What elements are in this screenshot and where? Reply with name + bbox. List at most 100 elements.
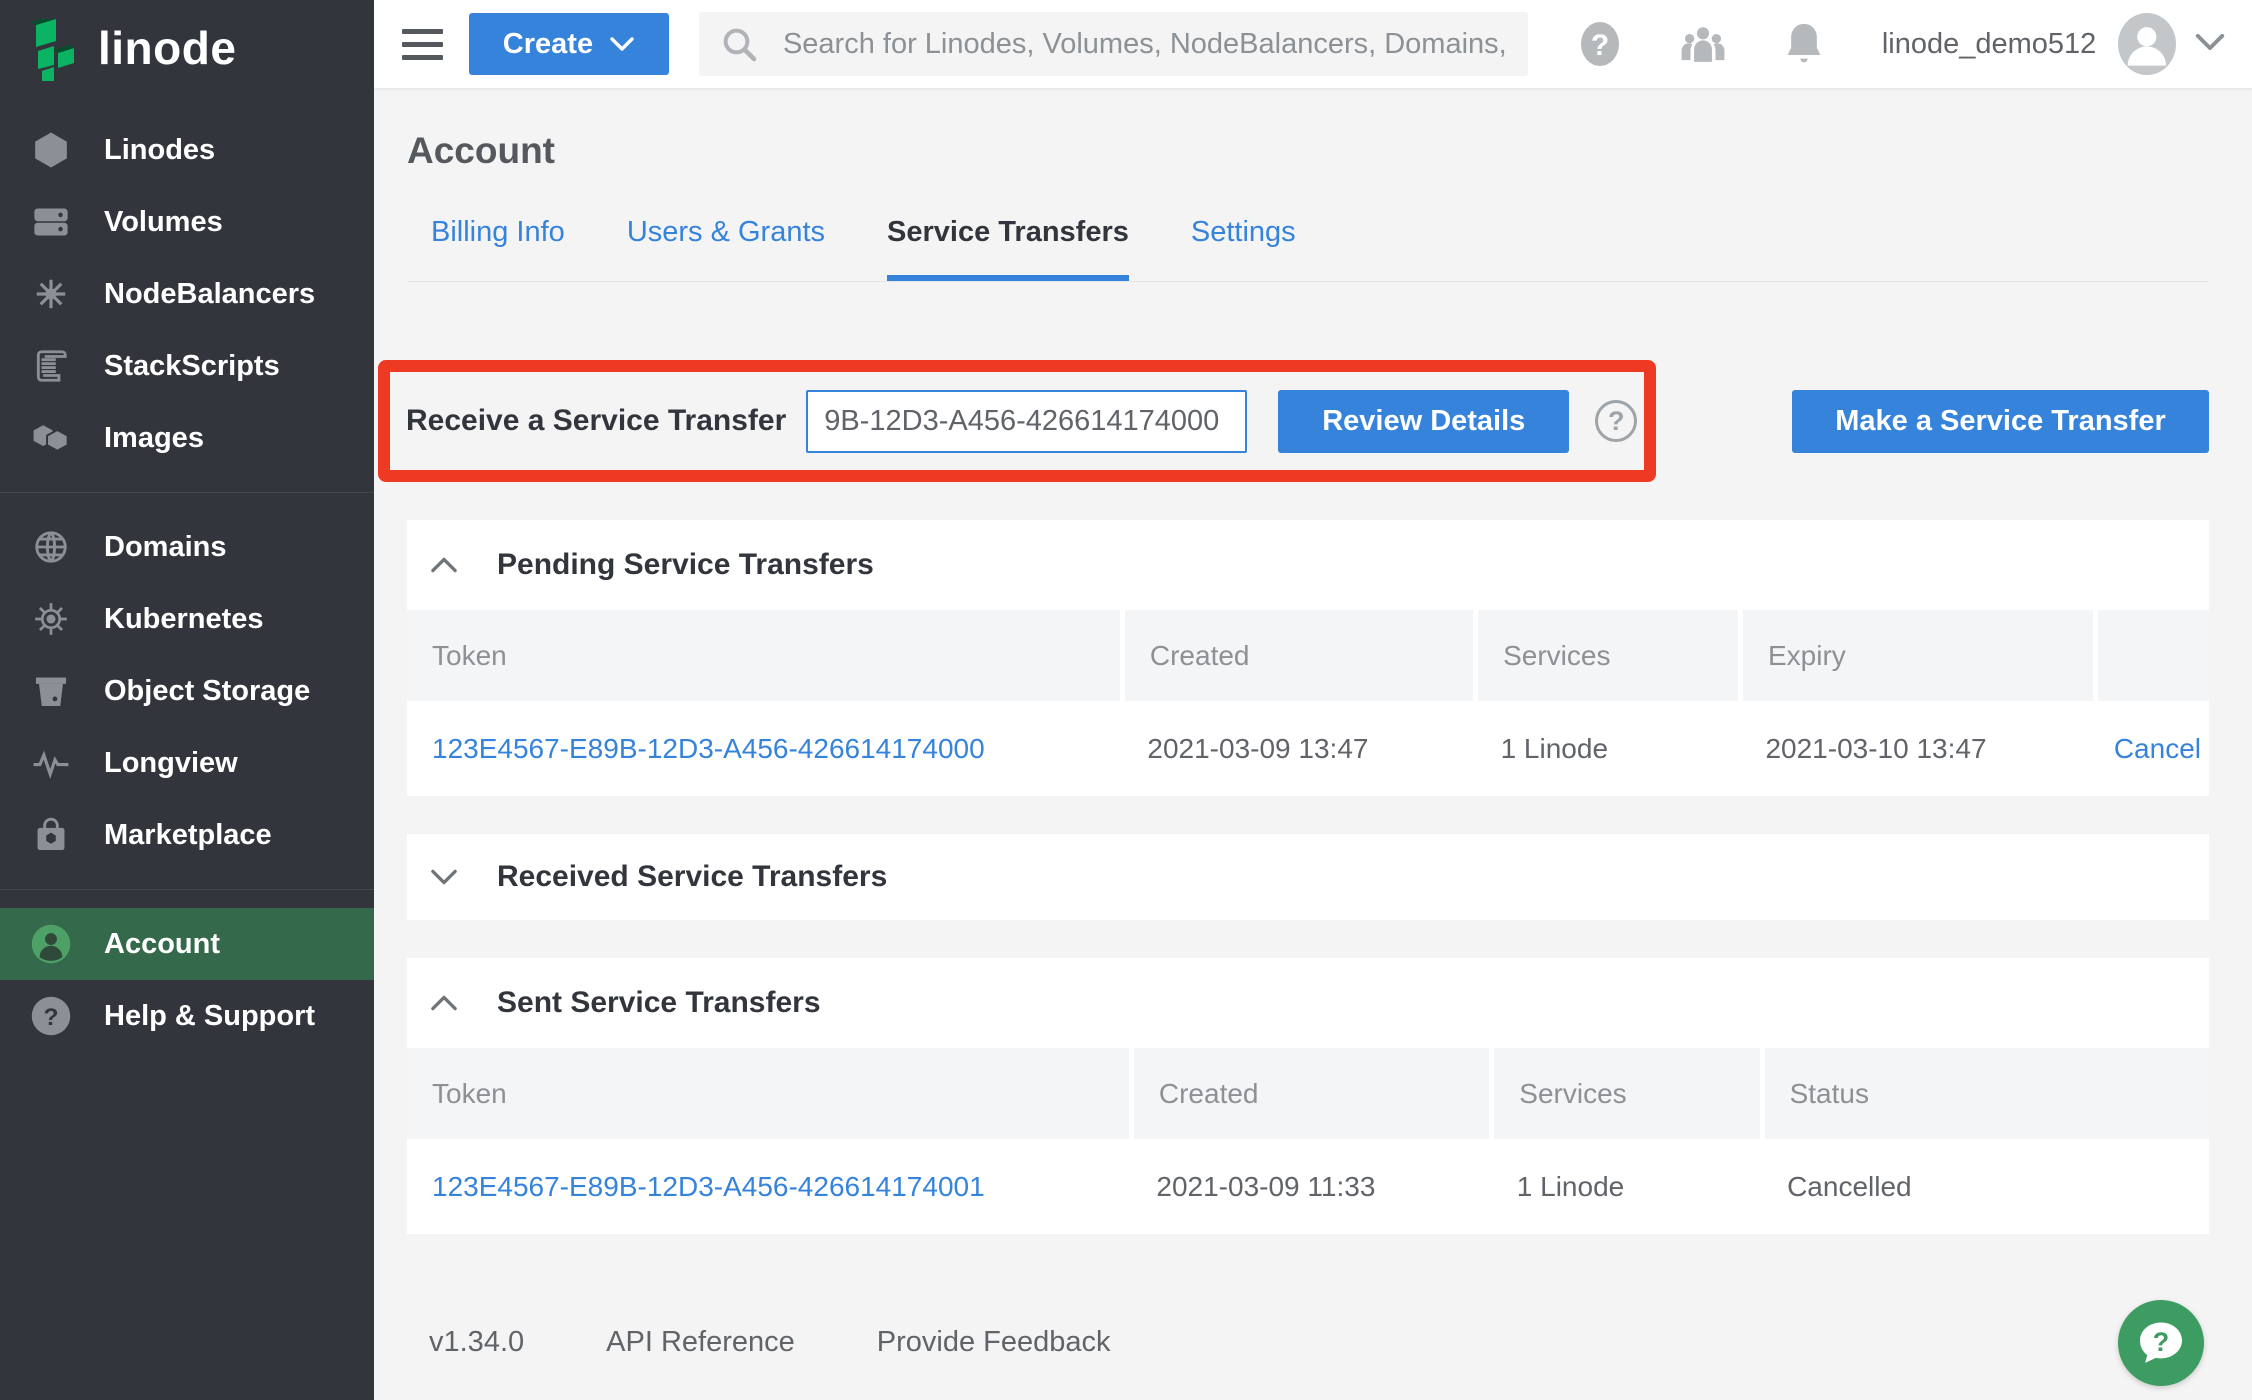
avatar[interactable] [2118,13,2176,75]
app-window: linode Linodes Volumes [0,0,2252,1400]
shopping-bag-icon [30,814,72,856]
tab-settings[interactable]: Settings [1191,216,1296,281]
received-transfers-header[interactable]: Received Service Transfers [407,834,2209,920]
services-cell: 1 Linode [1492,1139,1762,1234]
bucket-icon [30,670,72,712]
col-services: Services [1492,1048,1762,1139]
help-icon[interactable]: ? [1576,20,1624,68]
status-cell: Cancelled [1762,1139,2209,1234]
sidebar-item-help-support[interactable]: ? Help & Support [0,980,374,1052]
make-service-transfer-button[interactable]: Make a Service Transfer [1792,390,2209,453]
main-area: Create ? [374,0,2252,1400]
sidebar-item-label: Marketplace [104,819,272,852]
sidebar-item-label: Domains [104,531,226,564]
table-header-row: Token Created Services Status [407,1048,2209,1139]
transfer-token-input[interactable] [806,390,1247,453]
page-title: Account [407,130,2209,172]
user-menu-chevron-icon[interactable] [2194,31,2226,58]
collapse-chevron-up-icon [429,993,459,1013]
sent-transfers-header[interactable]: Sent Service Transfers [407,958,2209,1048]
volumes-icon [30,201,72,243]
sidebar-nav: Linodes Volumes [0,114,374,1052]
token-link[interactable]: 123E4567-E89B-12D3-A456-426614174001 [432,1171,985,1202]
token-cell: 123E4567-E89B-12D3-A456-426614174001 [407,1139,1131,1234]
kubernetes-wheel-icon [30,598,72,640]
global-search[interactable] [699,12,1528,76]
pending-transfers-table: Token Created Services Expiry 123E4567-E… [407,610,2209,796]
col-status: Status [1762,1048,2209,1139]
footer-feedback-link[interactable]: Provide Feedback [877,1326,1111,1359]
sidebar-item-label: Images [104,422,204,455]
svg-text:?: ? [2153,1327,2169,1357]
col-services: Services [1476,610,1741,701]
transfer-help-icon[interactable]: ? [1595,400,1637,442]
nodebalancer-icon [30,273,72,315]
created-cell: 2021-03-09 13:47 [1122,701,1475,796]
footer-version-link[interactable]: v1.34.0 [429,1326,524,1359]
hamburger-menu-icon[interactable] [402,21,443,68]
receive-transfer-label: Receive a Service Transfer [406,404,786,438]
sidebar: linode Linodes Volumes [0,0,374,1400]
section-title: Pending Service Transfers [497,548,874,582]
sidebar-item-label: Kubernetes [104,603,264,636]
help-question-icon: ? [30,995,72,1037]
username-menu[interactable]: linode_demo512 [1882,28,2096,61]
pending-transfers-header[interactable]: Pending Service Transfers [407,520,2209,610]
sidebar-item-linodes[interactable]: Linodes [0,114,374,186]
sidebar-item-kubernetes[interactable]: Kubernetes [0,583,374,655]
create-button-label: Create [503,28,593,61]
sent-transfers-panel: Sent Service Transfers Token Created Ser… [407,958,2209,1234]
sidebar-item-object-storage[interactable]: Object Storage [0,655,374,727]
sidebar-item-stackscripts[interactable]: StackScripts [0,330,374,402]
support-chat-button[interactable]: ? [2118,1300,2204,1386]
col-actions [2095,610,2209,701]
pulse-icon [30,742,72,784]
table-row: 123E4567-E89B-12D3-A456-426614174001 202… [407,1139,2209,1234]
tab-service-transfers[interactable]: Service Transfers [887,216,1129,281]
sidebar-item-label: Volumes [104,206,223,239]
col-expiry: Expiry [1740,610,2095,701]
linode-logo-icon [28,19,84,81]
sidebar-item-domains[interactable]: Domains [0,511,374,583]
sidebar-item-label: NodeBalancers [104,278,315,311]
collapse-chevron-up-icon [429,555,459,575]
collapse-chevron-down-icon [429,867,459,887]
topbar: Create ? [374,0,2252,88]
notifications-bell-icon[interactable] [1782,20,1826,68]
globe-icon [30,526,72,568]
search-icon [719,24,759,64]
col-created: Created [1122,610,1475,701]
review-details-button[interactable]: Review Details [1278,390,1569,453]
action-cell: Cancel [2095,701,2209,796]
cancel-link[interactable]: Cancel [2114,733,2201,764]
linode-logo[interactable]: linode [0,0,374,100]
chat-question-icon: ? [2133,1315,2189,1371]
footer-api-reference-link[interactable]: API Reference [606,1326,795,1359]
token-link[interactable]: 123E4567-E89B-12D3-A456-426614174000 [432,733,985,764]
sidebar-item-label: Longview [104,747,238,780]
section-title: Sent Service Transfers [497,986,821,1020]
sidebar-item-images[interactable]: Images [0,402,374,474]
content-area: Account Billing Info Users & Grants Serv… [374,88,2252,1400]
tab-billing-info[interactable]: Billing Info [431,216,565,281]
sidebar-item-marketplace[interactable]: Marketplace [0,799,374,871]
table-row: 123E4567-E89B-12D3-A456-426614174000 202… [407,701,2209,796]
svg-text:?: ? [44,1004,59,1031]
sidebar-item-account[interactable]: Account [0,908,374,980]
community-icon[interactable] [1678,22,1728,66]
receive-transfer-row: Receive a Service Transfer Review Detail… [407,360,2209,482]
sidebar-item-nodebalancers[interactable]: NodeBalancers [0,258,374,330]
search-input[interactable] [783,28,1508,61]
sidebar-item-volumes[interactable]: Volumes [0,186,374,258]
create-button[interactable]: Create [469,13,669,75]
logo-wordmark: linode [98,21,236,75]
images-icon [30,417,72,459]
annotation-highlight-box: Receive a Service Transfer Review Detail… [378,360,1656,482]
table-header-row: Token Created Services Expiry [407,610,2209,701]
sidebar-divider [0,889,374,890]
sidebar-item-longview[interactable]: Longview [0,727,374,799]
col-token: Token [407,1048,1131,1139]
pending-transfers-panel: Pending Service Transfers Token Created … [407,520,2209,796]
tab-users-grants[interactable]: Users & Grants [627,216,825,281]
sidebar-divider [0,492,374,493]
